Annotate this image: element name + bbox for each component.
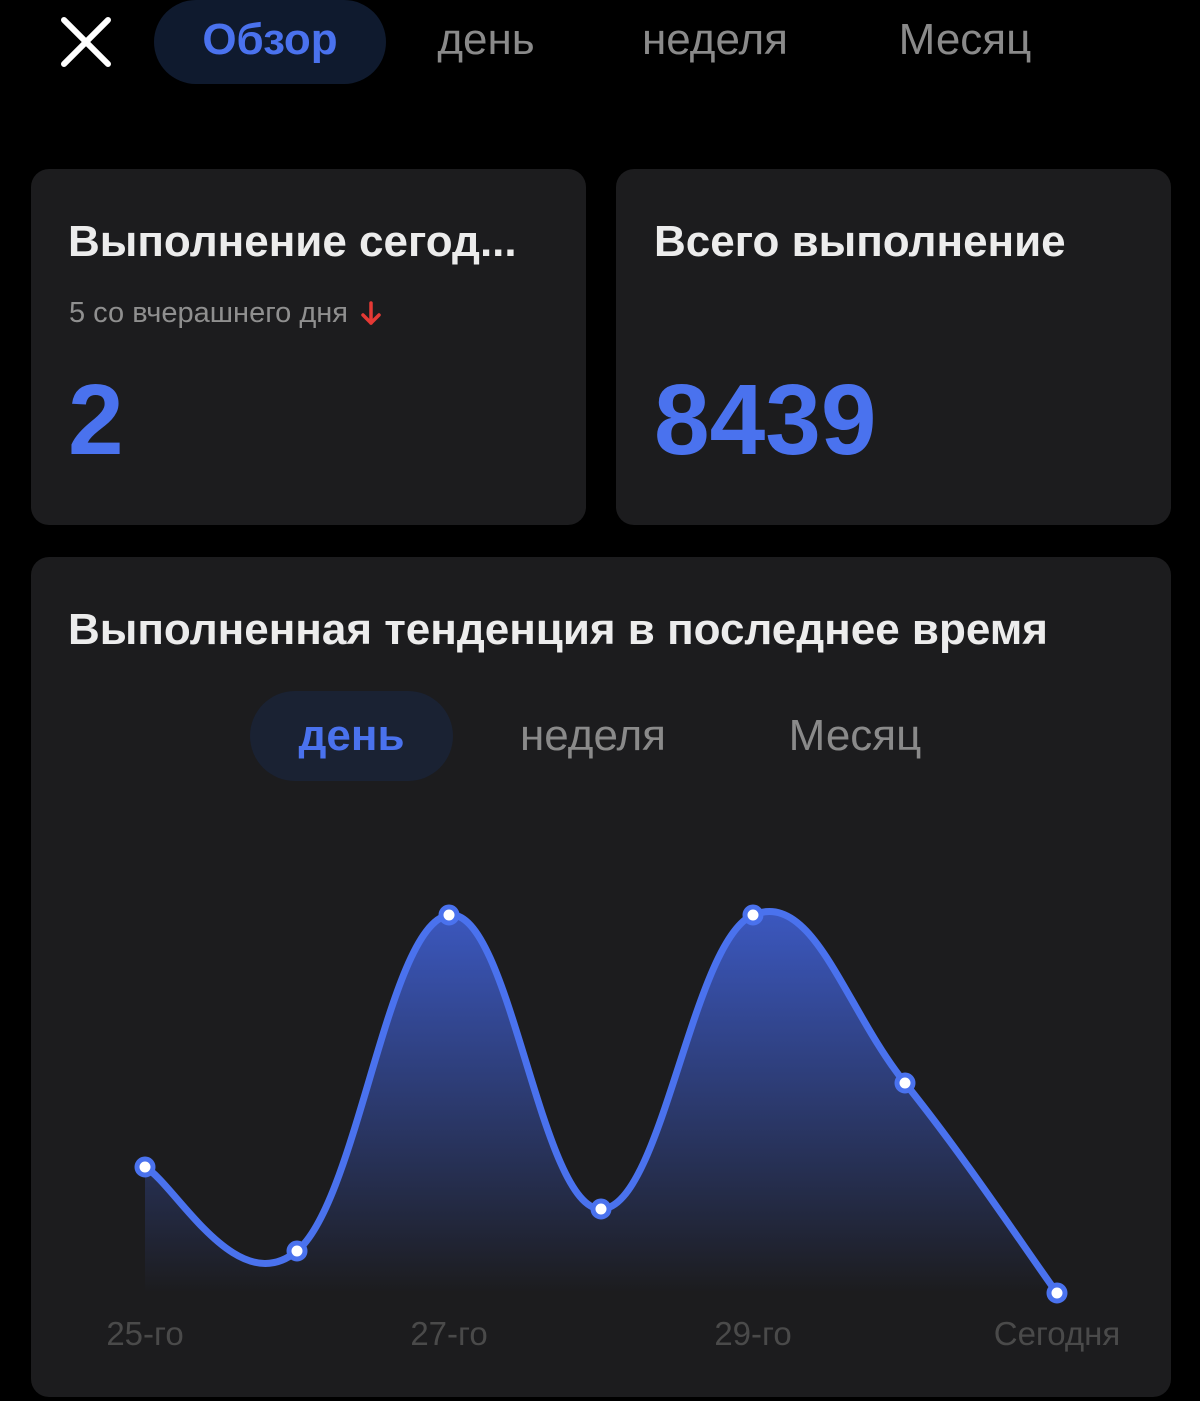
trend-chart: 25-го 27-го 29-го Сегодня [106, 904, 1120, 1352]
card-title: Выполнение сегод... [68, 217, 517, 266]
arrow-down-icon [360, 300, 382, 327]
tab-day[interactable]: день [410, 0, 562, 84]
tab-month[interactable]: Месяц [870, 0, 1060, 84]
tab-week[interactable]: неделя [610, 0, 820, 84]
tab-overview[interactable]: Обзор [154, 0, 386, 84]
data-point-0 [134, 1156, 156, 1178]
data-point-3 [590, 1198, 612, 1220]
card-title: Всего выполнение [654, 217, 1066, 266]
data-point-2 [438, 904, 460, 926]
top-navigation: Обзор день неделя Месяц [0, 0, 1200, 90]
x-tick-label: 27-го [410, 1315, 487, 1352]
change-text: 5 со вчерашнего дня [69, 297, 348, 329]
total-completion-card: Всего выполнение 8439 [616, 169, 1171, 525]
data-point-5 [894, 1072, 916, 1094]
close-icon [61, 17, 111, 67]
today-completion-card: Выполнение сегод... 5 со вчерашнего дня … [31, 169, 586, 525]
x-tick-label: 25-го [106, 1315, 183, 1352]
x-tick-label: Сегодня [994, 1315, 1120, 1352]
change-from-yesterday: 5 со вчерашнего дня [69, 297, 382, 330]
today-completion-value: 2 [68, 364, 124, 476]
data-point-1 [286, 1240, 308, 1262]
data-point-4 [742, 904, 764, 926]
x-tick-label: 29-го [714, 1315, 791, 1352]
close-button[interactable] [58, 16, 114, 68]
data-point-6 [1046, 1282, 1068, 1304]
total-completion-value: 8439 [654, 364, 877, 476]
trend-card: Выполненная тенденция в последнее время … [31, 557, 1171, 1397]
